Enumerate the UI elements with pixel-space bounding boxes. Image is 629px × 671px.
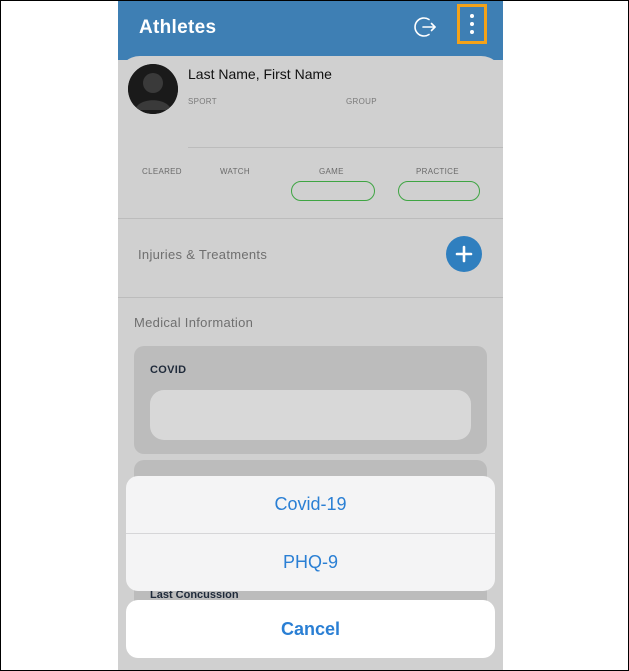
practice-label: PRACTICE [416, 167, 459, 176]
phq-9-option[interactable]: PHQ-9 [126, 534, 495, 591]
injuries-section-title: Injuries & Treatments [138, 247, 268, 262]
divider [188, 147, 503, 148]
cleared-label: CLEARED [142, 167, 182, 176]
page-title: Athletes [139, 17, 217, 38]
group-label: GROUP [346, 97, 377, 106]
app-header: Athletes [118, 0, 503, 60]
avatar [128, 64, 178, 114]
covid-field[interactable] [150, 390, 471, 440]
divider [118, 297, 503, 298]
game-label: GAME [319, 167, 344, 176]
add-injury-button[interactable] [446, 236, 482, 272]
medical-section-title: Medical Information [134, 315, 254, 330]
sport-label: SPORT [188, 97, 217, 106]
vertical-ellipsis-icon[interactable] [457, 4, 487, 44]
logout-arrow-icon[interactable] [414, 15, 438, 39]
plus-circle-icon [455, 245, 473, 263]
covid-title: COVID [150, 364, 187, 376]
covid-19-option[interactable]: Covid-19 [126, 476, 495, 533]
cancel-button[interactable]: Cancel [126, 600, 495, 658]
practice-status-pill[interactable] [398, 181, 480, 201]
action-sheet: Covid-19 PHQ-9 [126, 476, 495, 591]
athlete-name: Last Name, First Name [188, 66, 332, 82]
covid-panel: COVID [134, 346, 487, 454]
watch-label: WATCH [220, 167, 250, 176]
divider [118, 218, 503, 219]
game-status-pill[interactable] [291, 181, 375, 201]
